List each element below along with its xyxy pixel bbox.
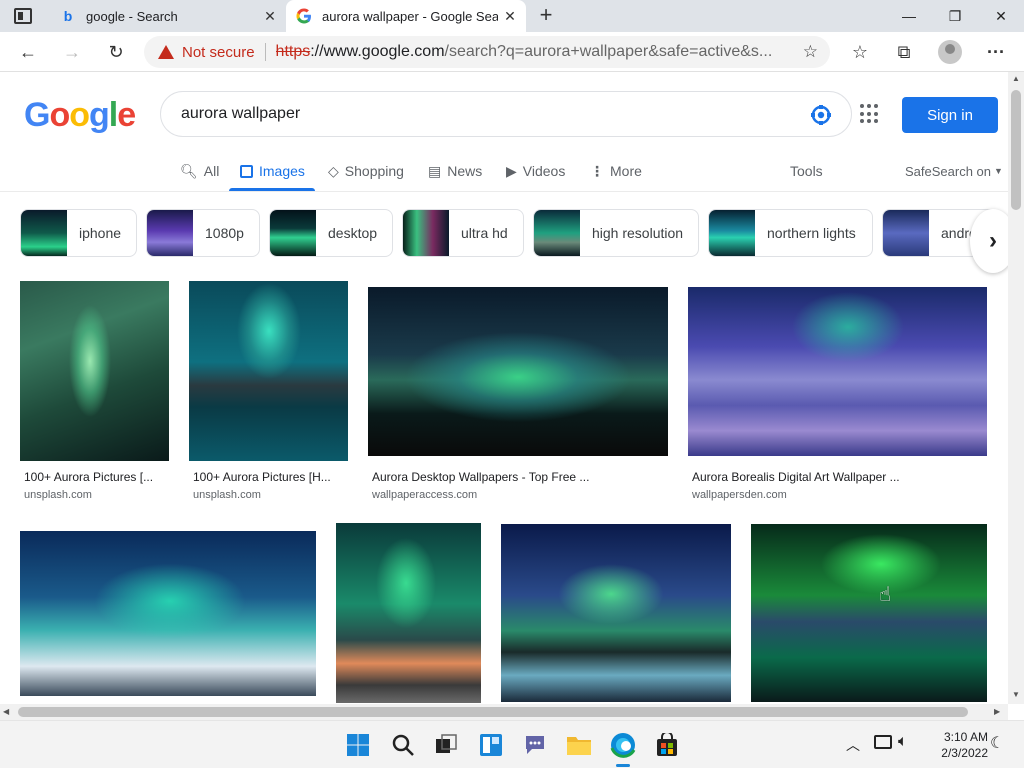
divider (264, 43, 266, 61)
chip-1080p[interactable]: 1080p (146, 209, 260, 257)
chip-thumbnail (21, 210, 67, 256)
not-secure-indicator[interactable]: Not secure (158, 44, 255, 61)
windows-taskbar: ︿ 🔈︎ 3:10 AM 2/3/2022 ☾ (0, 720, 1024, 768)
safesearch-toggle[interactable]: SafeSearch on ▼ (905, 159, 1003, 183)
vertical-scrollbar[interactable]: ▲ ▼ (1008, 72, 1024, 704)
google-lens-icon[interactable] (809, 103, 833, 127)
close-icon[interactable]: ✕ (502, 8, 518, 24)
kebab-icon: ⋮ (590, 162, 604, 179)
refresh-button[interactable]: ↻ (102, 38, 130, 66)
result-thumbnail[interactable] (189, 281, 348, 461)
scrollbar-thumb[interactable] (18, 707, 968, 717)
tab-images[interactable]: Images (240, 159, 305, 183)
active-app-indicator (616, 764, 630, 767)
warning-icon (158, 45, 174, 59)
tab-news[interactable]: ▤ News (428, 159, 482, 183)
search-type-tabs: 🔍︎ All Images ◇ Shopping ▤ News ▶ Videos ⋮ Mo… (0, 150, 1010, 192)
tab-videos[interactable]: ▶ Videos (506, 159, 565, 183)
result-thumbnail[interactable] (688, 287, 987, 456)
mouse-cursor-hand-icon: ☝ (879, 584, 892, 606)
teams-chat-icon[interactable] (521, 731, 549, 759)
microsoft-store-icon[interactable] (653, 731, 681, 759)
close-window-button[interactable]: ✕ (978, 0, 1024, 32)
image-icon (240, 164, 253, 178)
chip-iphone[interactable]: iphone (20, 209, 137, 257)
chip-northern-lights[interactable]: northern lights (708, 209, 873, 257)
google-apps-icon[interactable] (860, 104, 880, 124)
play-icon: ▶ (506, 162, 517, 179)
tab-actions-icon[interactable] (14, 8, 32, 24)
browser-toolbar: ← → ↻ Not secure https://www.google.com/… (0, 32, 1024, 72)
windows-start-icon[interactable] (344, 731, 372, 759)
minimize-button[interactable]: — (886, 0, 932, 32)
forward-button[interactable]: → (58, 38, 86, 66)
network-icon[interactable] (874, 735, 892, 749)
chip-thumbnail (709, 210, 755, 256)
profile-avatar[interactable] (938, 40, 962, 64)
browser-tab-strip: b google - Search ✕ aurora wallpaper - G… (0, 0, 1024, 32)
chip-thumbnail (534, 210, 580, 256)
settings-more-icon[interactable]: ··· (982, 38, 1010, 66)
url-text[interactable]: https://www.google.com/search?q=aurora+w… (276, 43, 796, 61)
search-input[interactable]: aurora wallpaper (181, 105, 300, 123)
news-icon: ▤ (428, 162, 442, 179)
tools-button[interactable]: Tools (790, 159, 823, 183)
chip-high-resolution[interactable]: high resolution (533, 209, 699, 257)
scroll-up-arrow-icon[interactable]: ▲ (1012, 74, 1020, 83)
bing-icon: b (63, 8, 73, 24)
tab-more[interactable]: ⋮ More (590, 159, 642, 183)
browser-tab-aurora[interactable]: aurora wallpaper - Google Search ✕ (286, 0, 526, 32)
collections-icon[interactable]: ⧉ (890, 38, 918, 66)
address-bar[interactable]: Not secure https://www.google.com/search… (144, 36, 830, 68)
chip-thumbnail (270, 210, 316, 256)
add-favorite-icon[interactable]: ☆ (803, 42, 818, 62)
back-button[interactable]: ← (14, 38, 42, 66)
search-icon: 🔍︎ (180, 162, 198, 179)
scroll-left-arrow-icon[interactable]: ◀ (3, 707, 9, 716)
result-thumbnail[interactable] (336, 523, 481, 703)
result-thumbnail[interactable] (501, 524, 731, 702)
result-thumbnail[interactable] (751, 524, 987, 702)
result-thumbnail[interactable] (368, 287, 668, 456)
tab-shopping[interactable]: ◇ Shopping (328, 159, 404, 183)
notification-icon[interactable]: ☾ (990, 733, 1004, 753)
new-tab-button[interactable]: + (534, 4, 558, 28)
active-tab-indicator (229, 188, 315, 191)
chevron-up-icon[interactable]: ︿ (846, 735, 860, 755)
chip-thumbnail (147, 210, 193, 256)
file-explorer-icon[interactable] (565, 731, 593, 759)
result-thumbnail[interactable] (20, 531, 316, 696)
restore-button[interactable]: ❐ (932, 0, 978, 32)
horizontal-scrollbar[interactable]: ◀ ▶ (0, 704, 1008, 720)
google-logo[interactable]: Google (24, 96, 136, 135)
scrollbar-thumb[interactable] (1011, 90, 1021, 210)
scroll-right-arrow-icon[interactable]: ▶ (994, 707, 1000, 716)
tab-all[interactable]: 🔍︎ All (180, 159, 219, 183)
close-icon[interactable]: ✕ (262, 8, 278, 24)
system-clock[interactable]: 3:10 AM 2/3/2022 (928, 729, 988, 761)
caret-down-icon: ▼ (994, 166, 1003, 176)
chip-desktop[interactable]: desktop (269, 209, 393, 257)
search-icon[interactable] (389, 731, 417, 759)
favorites-icon[interactable]: ☆ (846, 38, 874, 66)
volume-icon[interactable]: 🔈︎ (898, 733, 908, 751)
search-box[interactable]: aurora wallpaper (160, 91, 852, 137)
chip-ultra-hd[interactable]: ultra hd (402, 209, 524, 257)
task-view-icon[interactable] (432, 731, 460, 759)
edge-browser-icon[interactable] (609, 731, 637, 759)
scroll-down-arrow-icon[interactable]: ▼ (1012, 690, 1020, 699)
google-icon (296, 8, 312, 24)
tag-icon: ◇ (328, 162, 339, 179)
widgets-icon[interactable] (477, 731, 505, 759)
sign-in-button[interactable]: Sign in (902, 97, 998, 133)
result-thumbnail[interactable] (20, 281, 169, 461)
chip-thumbnail (883, 210, 929, 256)
browser-tab-bing-search[interactable]: b google - Search ✕ (50, 0, 286, 32)
chip-thumbnail (403, 210, 449, 256)
